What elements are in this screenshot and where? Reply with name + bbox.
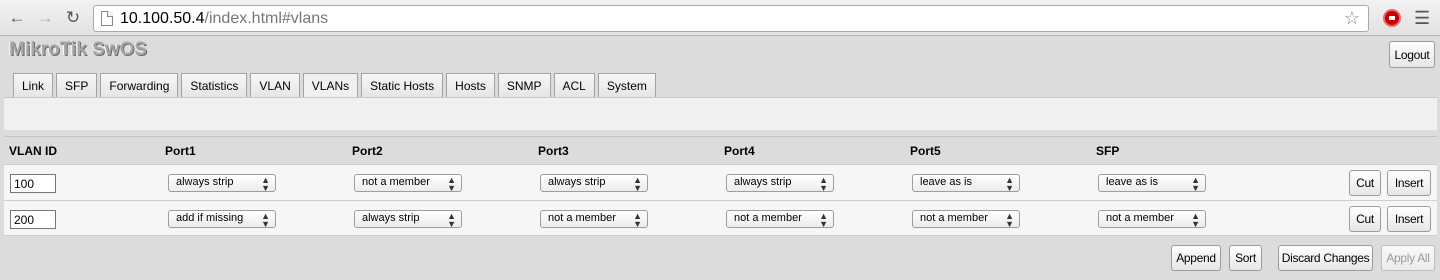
tab-statistics[interactable]: Statistics (181, 73, 248, 97)
forward-icon[interactable]: → (35, 8, 55, 28)
menu-icon[interactable]: ☰ (1414, 8, 1430, 28)
tab-vlans[interactable]: VLANs (302, 73, 359, 98)
bookmark-star-icon[interactable]: ☆ (1344, 8, 1360, 29)
port-mode-select[interactable]: always strip ▲ ▼ (168, 174, 276, 193)
select-arrows-icon: ▲ ▼ (633, 211, 642, 229)
append-button[interactable]: Append (1171, 245, 1221, 271)
table-body: always strip▲▼not a member▲▼always strip… (4, 164, 1437, 236)
select-value: not a member (734, 212, 802, 224)
select-value: always strip (362, 212, 420, 224)
tab-vlan[interactable]: VLAN (250, 73, 300, 97)
select-arrows-icon: ▲ ▼ (447, 211, 456, 229)
vlan-id-input[interactable] (10, 210, 56, 229)
reload-icon[interactable]: ↻ (63, 8, 83, 28)
select-arrows-icon: ▲ ▼ (819, 175, 828, 193)
select-value: add if missing (176, 212, 244, 224)
select-value: leave as is (920, 176, 972, 188)
select-value: not a member (548, 212, 616, 224)
insert-row-button[interactable]: Insert (1387, 170, 1431, 196)
tab-bar: Link SFP Forwarding Statistics VLAN VLANs Stat… (13, 73, 659, 98)
app-root: MikroTik SwOS Logout Link SFP Forwarding St… (0, 37, 1440, 280)
tab-snmp[interactable]: SNMP (497, 73, 551, 97)
tab-acl[interactable]: ACL (553, 73, 595, 97)
url-path: /index.html#vlans (204, 10, 329, 27)
select-arrows-icon: ▲ ▼ (633, 175, 642, 193)
apply-all-button[interactable]: Apply All (1381, 245, 1435, 271)
url-host: 10.100.50.4 (120, 10, 205, 27)
port-mode-select[interactable]: not a member ▲ ▼ (1098, 210, 1206, 229)
address-bar[interactable]: 10.100.50.4/index.html#vlans ☆ (93, 5, 1369, 32)
browser-toolbar: ← → ↻ 10.100.50.4/index.html#vlans ☆ ☰ (0, 0, 1440, 36)
port-mode-select[interactable]: not a member ▲ ▼ (726, 210, 834, 229)
insert-row-button[interactable]: Insert (1387, 206, 1431, 232)
column-header: SFP (1096, 144, 1120, 158)
select-arrows-icon: ▲ ▼ (261, 211, 270, 229)
back-icon[interactable]: ← (7, 8, 27, 28)
select-arrows-icon: ▲ ▼ (447, 175, 456, 193)
select-value: always strip (548, 176, 606, 188)
tab-forwarding[interactable]: Forwarding (100, 73, 179, 97)
cut-row-button[interactable]: Cut (1349, 206, 1381, 232)
select-value: always strip (734, 176, 792, 188)
select-value: not a member (1106, 212, 1174, 224)
table-row: add if missing▲▼always strip▲▼not a memb… (4, 200, 1437, 236)
column-header: Port4 (724, 144, 755, 158)
sort-button[interactable]: Sort (1229, 245, 1262, 271)
port-mode-select[interactable]: always strip ▲ ▼ (726, 174, 834, 193)
tab-link[interactable]: Link (13, 73, 54, 97)
tab-static-hosts[interactable]: Static Hosts (361, 73, 444, 97)
column-header: Port1 (165, 144, 196, 158)
vlan-id-input[interactable] (10, 174, 56, 193)
select-arrows-icon: ▲ ▼ (819, 211, 828, 229)
tab-sfp[interactable]: SFP (56, 73, 98, 97)
column-header: Port5 (910, 144, 941, 158)
select-arrows-icon: ▲ ▼ (1191, 211, 1200, 229)
url-text: 10.100.50.4/index.html#vlans (120, 10, 328, 28)
select-value: not a member (920, 212, 988, 224)
logout-button[interactable]: Logout (1389, 41, 1435, 68)
page-icon (101, 11, 113, 26)
column-header: Port2 (352, 144, 383, 158)
discard-changes-button[interactable]: Discard Changes (1278, 245, 1373, 271)
port-mode-select[interactable]: always strip ▲ ▼ (354, 210, 462, 229)
column-header: VLAN ID (9, 144, 57, 158)
vlans-table: VLAN ID Port1 Port2 Port3 Port4 Port5 SFP alwa… (4, 136, 1437, 236)
column-header: Port3 (538, 144, 569, 158)
port-mode-select[interactable]: not a member ▲ ▼ (540, 210, 648, 229)
select-arrows-icon: ▲ ▼ (1005, 175, 1014, 193)
select-value: always strip (176, 176, 234, 188)
extension-stop-icon[interactable] (1383, 9, 1401, 27)
port-mode-select[interactable]: leave as is ▲ ▼ (912, 174, 1020, 193)
port-mode-select[interactable]: add if missing ▲ ▼ (168, 210, 276, 229)
select-arrows-icon: ▲ ▼ (261, 175, 270, 193)
tab-content-strip (4, 97, 1437, 130)
port-mode-select[interactable]: always strip ▲ ▼ (540, 174, 648, 193)
select-arrows-icon: ▲ ▼ (1191, 175, 1200, 193)
port-mode-select[interactable]: not a member ▲ ▼ (912, 210, 1020, 229)
port-mode-select[interactable]: leave as is ▲ ▼ (1098, 174, 1206, 193)
port-mode-select[interactable]: not a member ▲ ▼ (354, 174, 462, 193)
cut-row-button[interactable]: Cut (1349, 170, 1381, 196)
select-arrows-icon: ▲ ▼ (1005, 211, 1014, 229)
tab-hosts[interactable]: Hosts (446, 73, 495, 97)
table-row: always strip▲▼not a member▲▼always strip… (4, 164, 1437, 200)
select-value: not a member (362, 176, 430, 188)
table-header: VLAN ID Port1 Port2 Port3 Port4 Port5 SFP (4, 136, 1437, 164)
select-value: leave as is (1106, 176, 1158, 188)
tab-system[interactable]: System (597, 73, 656, 97)
app-brand: MikroTik SwOS (9, 39, 147, 60)
